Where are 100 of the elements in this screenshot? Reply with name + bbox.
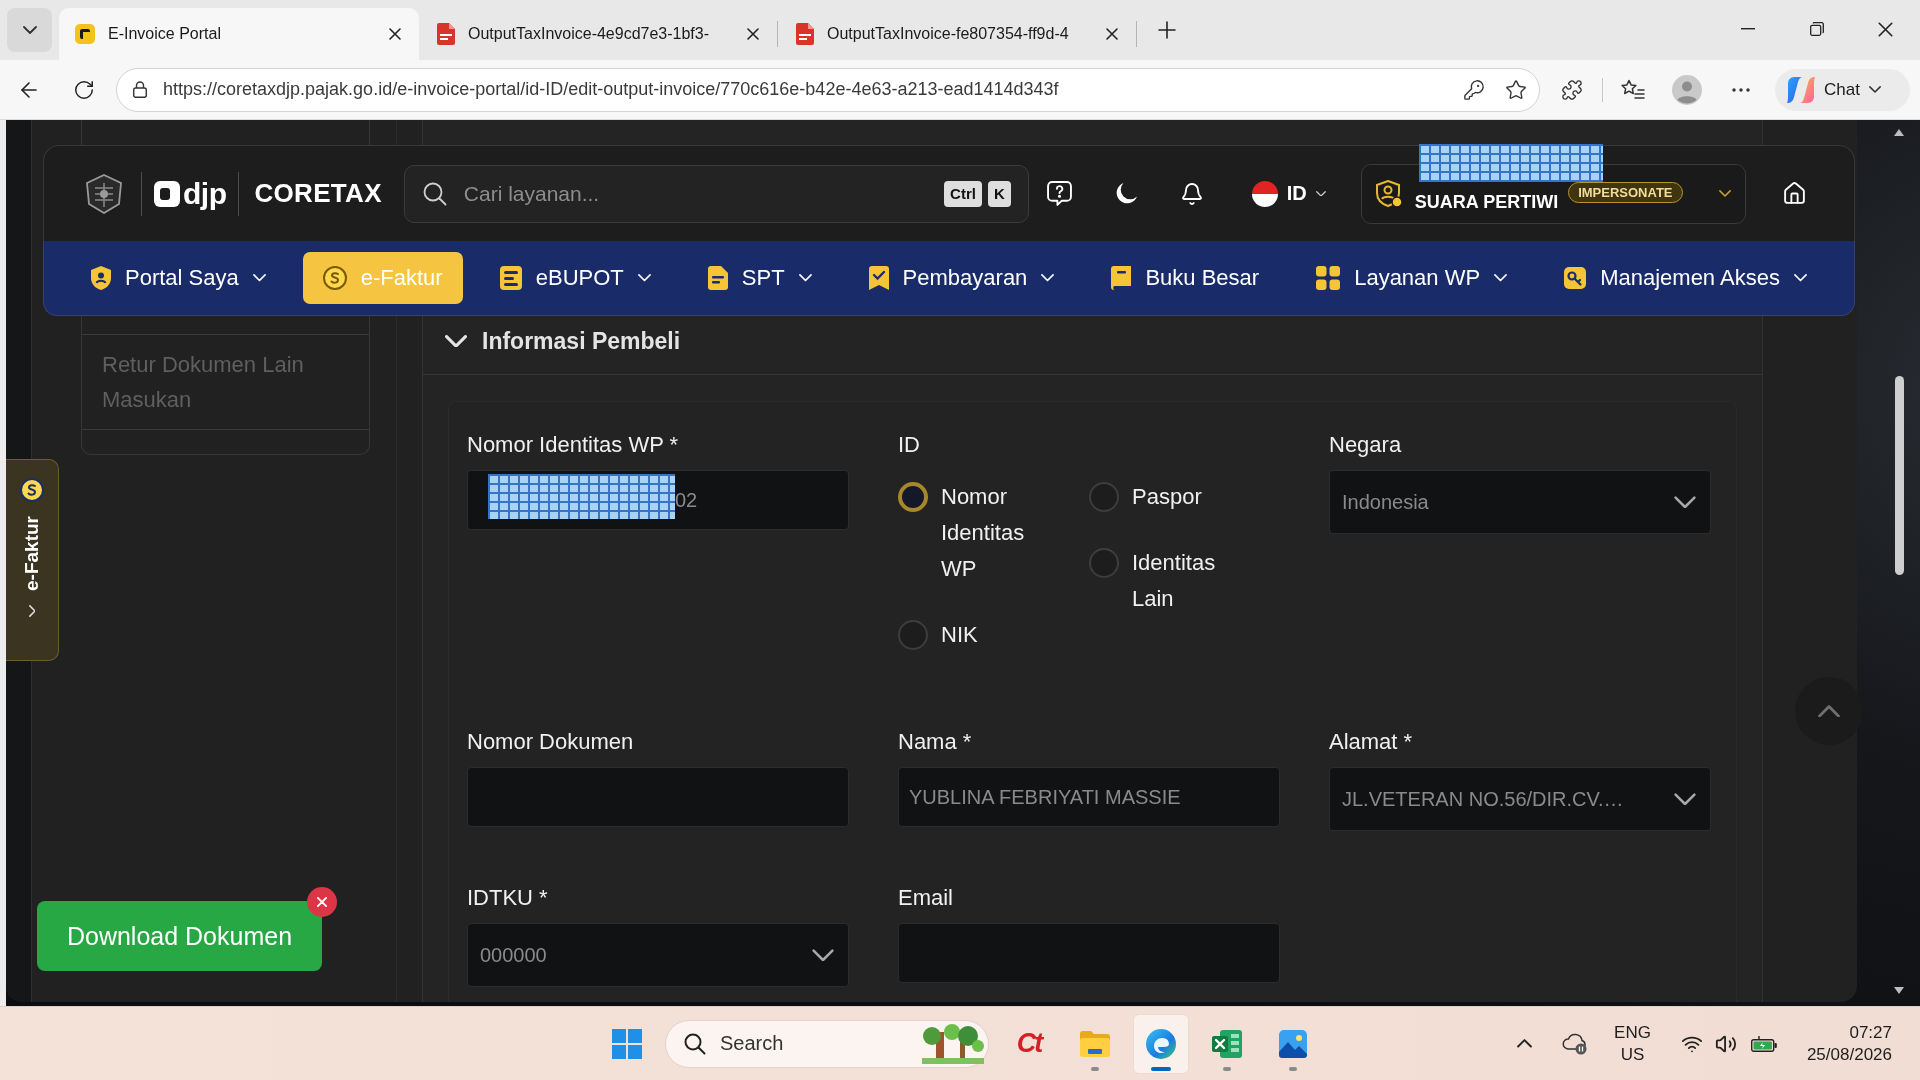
clock-date: 25/08/2026 [1806,1043,1892,1066]
input-field[interactable]: YUBLINA FEBRIYATI MASSIE [898,767,1280,827]
document-icon [437,23,455,45]
side-tab[interactable]: e-Faktur [6,459,59,661]
radio-button[interactable] [898,620,928,650]
coin-icon [20,478,44,502]
search-icon [684,1032,706,1055]
puzzle-icon [1561,78,1583,101]
scrollbar-thumb[interactable] [1894,376,1904,575]
nav-item[interactable]: Portal Saya [71,252,286,304]
shield-icon [91,266,111,290]
shortcut-key: K [987,180,1011,207]
flag-icon [1251,180,1278,207]
nav-item[interactable]: SPT [687,252,832,304]
nav-item[interactable]: Pembayaran [848,252,1075,304]
dropdown-field[interactable]: Indonesia [1329,470,1711,534]
input-field[interactable] [467,767,849,827]
clock-time: 07:27 [1849,1021,1892,1044]
product-name: CORETAX [254,178,382,209]
battery-icon [1750,1035,1777,1052]
chevron-up-icon [1818,704,1840,718]
show-hidden-icons-button[interactable] [1517,1039,1533,1048]
taskbar-app-button[interactable] [1133,1013,1189,1074]
bell-icon [1179,181,1204,206]
language-button[interactable]: ID [1251,180,1326,207]
radio-label[interactable]: Identitas Lain [1132,545,1247,617]
field-label: Nomor Dokumen [467,728,635,756]
search-field[interactable]: Search [665,1019,989,1068]
field-label: Negara [1329,431,1403,459]
stack-icon [499,266,522,290]
radio-label[interactable]: Paspor [1132,479,1202,515]
radio-button[interactable] [1089,548,1119,578]
home-icon [1782,181,1808,206]
nav-item[interactable]: eBUPOT [479,252,671,304]
chevron-up-icon [1517,1039,1533,1048]
favicon-icon [75,24,95,44]
browser-tab[interactable]: E-Invoice Portal [59,8,419,60]
user-name: SUARA PERTIWI [1414,191,1559,213]
moon-icon [1114,182,1137,205]
battery-button[interactable] [1750,1035,1777,1052]
region-code: US [1620,1043,1645,1066]
caret-icon [1674,495,1696,509]
dropdown-field[interactable]: 000000 [467,923,849,987]
favorite-star-icon[interactable] [1505,78,1527,101]
clock-button[interactable]: 07:27 25/08/2026 [1806,1021,1892,1066]
scroll-down-arrow-icon[interactable] [1894,987,1904,994]
browser-icon [1146,1028,1176,1059]
key-icon[interactable] [1463,78,1485,101]
caret-icon [812,948,834,962]
url-field[interactable]: https://coretaxdjp.pajak.go.id/e-invoice-portal/id-ID/edit-output-invoice/770c616e-b42e-4e63-a213-ead1414d343f [116,67,1540,112]
close-icon [389,28,401,40]
close-icon [1878,21,1893,37]
grid-icon [1316,266,1341,290]
square-logo-icon [154,180,180,207]
refresh-icon [73,78,95,101]
search-icon [422,181,447,206]
chat-button[interactable]: Chat [1775,68,1910,111]
coin-icon [322,266,347,290]
input-field[interactable] [898,923,1280,983]
radio-label[interactable]: Nomor Identitas WP [941,479,1056,587]
restore-icon [1809,22,1824,36]
radio-button[interactable] [898,482,928,512]
caret-icon [1718,190,1731,197]
emblem-icon [84,173,124,214]
folder-icon [1080,1030,1110,1057]
photos-icon [1279,1029,1307,1058]
lock-icon [133,81,147,98]
star-list-icon [1621,78,1645,101]
radio-label[interactable]: NIK [941,617,978,653]
field-label: ID [898,431,921,459]
document-icon [796,23,814,45]
dropdown-field[interactable]: JL.VETERAN NO.56/DIR.CV.… [1329,767,1711,831]
avatar-icon [1672,74,1702,105]
caret-icon [1674,792,1696,806]
nav-item[interactable]: Manajemen Akses [1544,252,1827,304]
nav-item[interactable]: Buku Besar [1091,252,1280,304]
nav-item[interactable]: Layanan WP [1296,252,1528,304]
brand-name: djp [183,176,227,211]
minimize-icon [1740,28,1755,30]
close-icon [317,897,327,907]
taskbar-app-button[interactable]: Ct [1001,1013,1057,1074]
service-search-field[interactable]: Cari layanan... Ctrl K [403,164,1029,223]
cloud-icon [1562,1032,1589,1055]
browser-tab[interactable]: OutputTaxInvoice-4e9cd7e3-1bf3- [421,8,777,60]
shortcut-key: Ctrl [944,180,982,207]
input-field[interactable]: 02 [467,470,849,530]
caret-icon [22,26,37,34]
bookmark-icon [868,266,889,290]
chevron-icon [28,604,36,617]
book-icon [1111,266,1132,290]
plus-icon [1158,21,1176,39]
close-icon [747,28,759,40]
input-language-button[interactable]: ENG US [1614,1021,1651,1066]
scroll-up-arrow-icon[interactable] [1894,129,1904,136]
user-badge-icon [1374,179,1403,208]
browser-tab[interactable]: OutputTaxInvoice-fe807354-ff9d-4 [780,8,1136,60]
role-badge: IMPERSONATE [1568,181,1683,203]
spreadsheet-icon [1212,1029,1242,1058]
radio-button[interactable] [1089,482,1119,512]
cloud-button[interactable] [1562,1032,1589,1055]
